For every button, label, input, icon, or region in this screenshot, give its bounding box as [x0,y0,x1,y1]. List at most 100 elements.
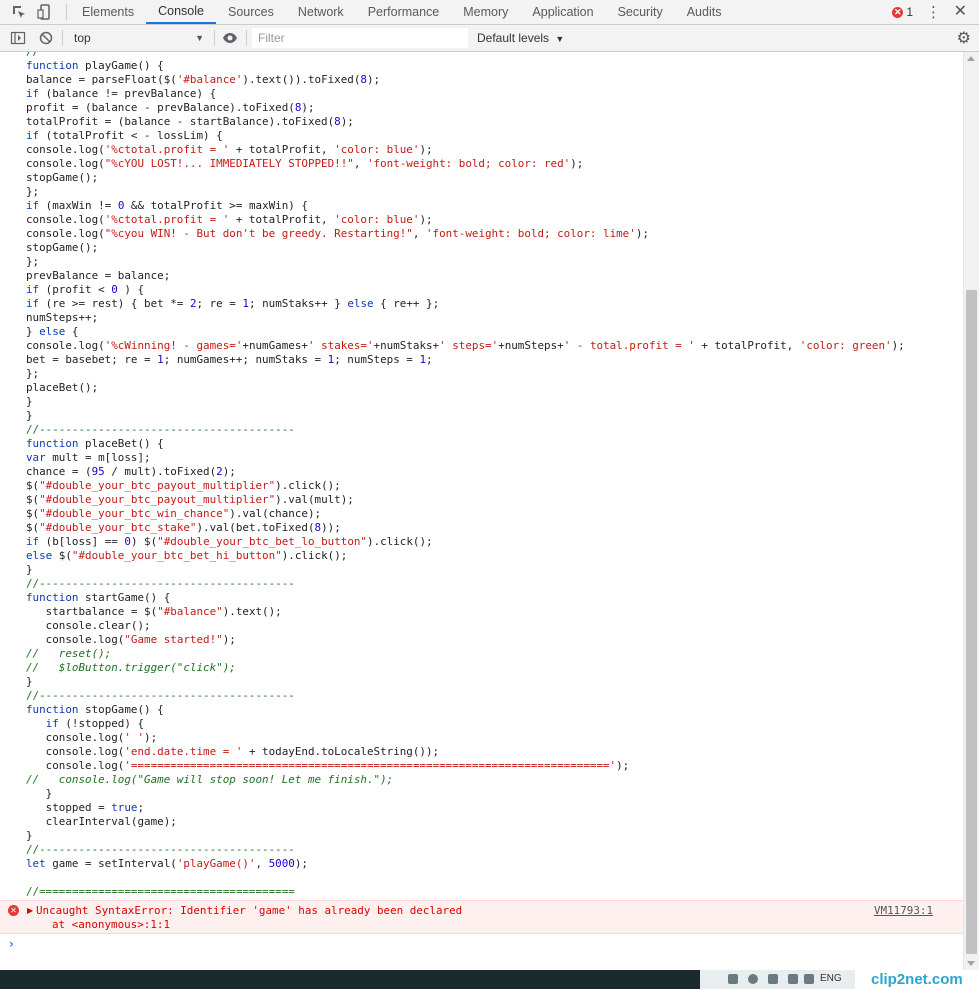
error-text: Uncaught SyntaxError: Identifier 'game' … [36,904,463,917]
code-line: stopGame(); [26,241,99,254]
error-message[interactable]: ✕ ▶ Uncaught SyntaxError: Identifier 'ga… [0,900,963,934]
error-icon: ✕ [892,6,904,18]
toolbar-divider [62,30,63,46]
code-line: //======================================… [26,885,295,898]
tray-arrow-icon[interactable] [728,974,738,984]
console-toolbar: top ▼ Filter Default levels ▼ ⚙ [0,25,979,52]
code-line: if (b[loss] == 0) $("#double_your_btc_be… [26,535,433,548]
tab-audits[interactable]: Audits [675,0,734,24]
code-line: if (re >= rest) { bet *= 2; re = 1; numS… [26,297,440,310]
code-line: $("#double_your_btc_win_chance").val(cha… [26,507,322,520]
log-levels-label: Default levels [477,31,550,45]
code-line: console.log('===========================… [26,759,630,772]
code-line: // [26,52,905,59]
code-line: profit = (balance - prevBalance).toFixed… [26,101,315,114]
code-line: totalProfit = (balance - startBalance).t… [26,115,354,128]
panel-tabs: Elements Console Sources Network Performance… [70,0,733,24]
code-line: else $("#double_your_btc_bet_hi_button")… [26,549,348,562]
code-line: clearInterval(game); [26,815,177,828]
code-line: placeBet(); [26,381,99,394]
more-options-icon[interactable]: ⋮ [926,3,941,21]
tab-application[interactable]: Application [520,0,605,24]
tray-app-icon[interactable] [748,974,758,984]
code-line: stopGame(); [26,171,99,184]
dropdown-arrow-icon: ▼ [555,34,565,44]
show-sidebar-icon[interactable] [10,30,26,46]
code-line: }; [26,185,40,198]
code-line: if (profit < 0 ) { [26,283,145,296]
tab-security[interactable]: Security [606,0,675,24]
code-line: // $loButton.trigger("click"); [26,661,236,674]
code-line: if (totalProfit < - lossLim) { [26,129,223,142]
scroll-down-arrow-icon[interactable] [967,961,975,966]
watermark-logo: clip2net.com [855,970,979,989]
os-taskbar: ENG clip2net.com [0,970,979,989]
live-expression-eye-icon[interactable] [222,30,238,46]
bluetooth-icon[interactable] [768,974,778,984]
code-line: } [26,409,33,422]
code-line: } [26,787,53,800]
code-line: //--------------------------------------… [26,689,295,702]
code-line: } [26,675,33,688]
toolbar-divider [246,30,247,46]
close-icon[interactable]: ✕ [954,2,967,20]
filter-input[interactable]: Filter [252,28,468,48]
log-levels-dropdown[interactable]: Default levels ▼ [477,28,564,49]
toolbar-divider [66,4,67,20]
dropdown-arrow-icon: ▼ [195,33,204,43]
code-line: stopped = true; [26,801,145,814]
code-line: }; [26,255,40,268]
error-icon: ✕ [8,905,19,916]
tab-console[interactable]: Console [146,0,216,24]
scroll-up-arrow-icon[interactable] [967,56,975,61]
error-counter[interactable]: ✕ 1 [892,5,913,19]
tab-elements[interactable]: Elements [70,0,146,24]
code-line: balance = parseFloat($('#balance').text(… [26,73,381,86]
code-line: if (!stopped) { [45,717,145,730]
code-line: console.log('%ctotal.profit = ' + totalP… [26,143,433,156]
clear-console-icon[interactable] [38,30,54,46]
code-line: } [26,563,33,576]
context-selector[interactable]: top ▼ [68,28,208,48]
code-line: if (balance != prevBalance) { [26,87,217,100]
code-line: numSteps++; [26,311,99,324]
toolbar-divider [214,30,215,46]
error-stack-trace: at <anonymous>:1:1 [52,918,171,931]
code-line: // reset(); [26,647,112,660]
tab-memory[interactable]: Memory [451,0,520,24]
code-line: //--------------------------------------… [26,423,295,436]
prompt-chevron-icon: › [9,937,14,951]
console-prompt[interactable]: › [0,934,963,970]
code-line: $("#double_your_btc_stake").val(bet.toFi… [26,521,341,534]
tab-performance[interactable]: Performance [356,0,452,24]
code-line: function stopGame() { [26,703,164,716]
code-line: $("#double_your_btc_payout_multiplier").… [26,493,354,506]
tab-sources[interactable]: Sources [216,0,286,24]
volume-icon[interactable] [804,974,814,984]
code-line: console.log('%cWinning! - games='+numGam… [26,339,905,352]
code-line: var mult = m[loss]; [26,451,151,464]
code-line: function startGame() { [26,591,171,604]
device-toolbar-icon[interactable] [37,4,53,20]
language-indicator[interactable]: ENG [820,973,842,984]
error-source-link[interactable]: VM11793:1 [874,904,933,918]
network-icon[interactable] [788,974,798,984]
inspect-element-icon[interactable] [11,4,27,20]
code-line: console.log("%cYOU LOST!... IMMEDIATELY … [26,157,584,170]
vertical-scrollbar[interactable] [963,52,979,970]
code-line: if (maxWin != 0 && totalProfit >= maxWin… [26,199,308,212]
code-line: console.log('%ctotal.profit = ' + totalP… [26,213,433,226]
code-line: chance = (95 / mult).toFixed(2); [26,465,236,478]
console-messages[interactable]: //function playGame() {balance = parseFl… [0,52,963,900]
code-line: let game = setInterval('playGame()', 500… [26,857,308,870]
scrollbar-thumb[interactable] [966,290,977,954]
tab-network[interactable]: Network [286,0,356,24]
code-line: //--------------------------------------… [26,843,295,856]
code-line: startbalance = $("#balance").text(); [26,605,282,618]
code-line: } [26,829,33,842]
code-line: //--------------------------------------… [26,577,295,590]
code-line: function playGame() { [26,59,164,72]
settings-gear-icon[interactable]: ⚙ [957,28,971,48]
expand-triangle-icon[interactable]: ▶ [27,904,33,918]
